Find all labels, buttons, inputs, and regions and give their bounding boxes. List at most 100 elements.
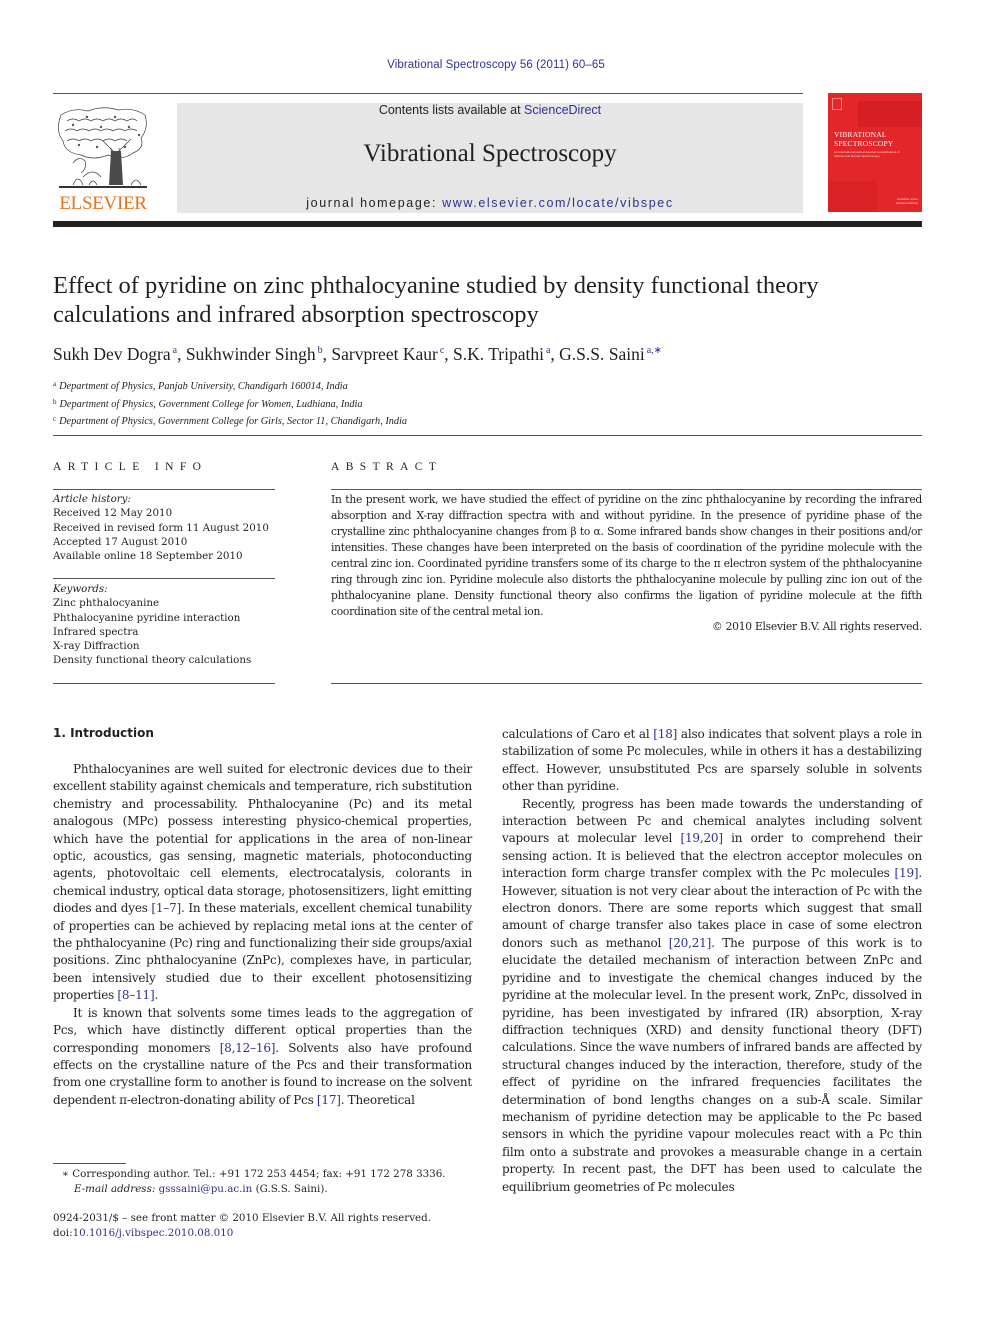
cover-title: VIBRATIONAL SPECTROSCOPY (834, 130, 920, 148)
text-run: . (154, 988, 159, 1003)
cover-footer: Available online at ScienceDirect (896, 197, 918, 205)
contents-availability-line: Contents lists available at ScienceDirec… (177, 103, 803, 117)
citation-link[interactable]: [19] (895, 866, 919, 880)
top-rule (53, 93, 803, 94)
author-name: Sukhwinder Singh (185, 344, 316, 364)
author-name: G.S.S. Saini (559, 344, 645, 364)
history-item: Accepted 17 August 2010 (53, 535, 188, 548)
abstract-text: In the present work, we have studied the… (331, 493, 922, 618)
divider (331, 489, 922, 490)
cover-subtitle: An international journal devoted to appl… (834, 150, 900, 158)
author-name: S.K. Tripathi (453, 344, 544, 364)
citation-link[interactable]: [8–11] (117, 988, 154, 1002)
divider (53, 578, 275, 579)
citation-link[interactable]: [17] (317, 1093, 341, 1107)
citation-link[interactable]: [19,20] (680, 831, 723, 845)
issn-line: 0924-2031/$ – see front matter © 2010 El… (53, 1212, 431, 1224)
paragraph: calculations of Caro et al [18] also ind… (502, 726, 922, 796)
cover-band (858, 101, 922, 127)
affiliation-text: Department of Physics, Panjab University… (59, 381, 348, 392)
text-run: . In these materials, excellent chemical… (53, 901, 472, 1003)
affiliation-text: Department of Physics, Government Colleg… (59, 398, 363, 410)
affiliation-marker[interactable]: b (318, 345, 323, 356)
front-matter: 0924-2031/$ – see front matter © 2010 El… (53, 1211, 493, 1242)
author: S.K. Tripathi a (453, 344, 550, 364)
section-heading-introduction: 1. Introduction (53, 726, 154, 740)
doi-line: doi:10.1016/j.vibspec.2010.08.010 (53, 1226, 493, 1241)
keyword: Density functional theory calculations (53, 654, 252, 667)
elsevier-emblem-icon (832, 98, 842, 110)
divider (331, 683, 922, 684)
article-title: Effect of pyridine on zinc phthalocyanin… (53, 272, 819, 328)
body-column-right: calculations of Caro et al [18] also ind… (502, 726, 922, 1196)
keyword: X-ray Diffraction (53, 640, 140, 653)
elsevier-wordmark: ELSEVIER (59, 193, 147, 214)
sciencedirect-link[interactable]: ScienceDirect (524, 103, 601, 117)
tree-icon (58, 107, 147, 188)
doi-link[interactable]: 10.1016/j.vibspec.2010.08.010 (73, 1227, 234, 1239)
author-name: Sarvpreet Kaur (331, 344, 438, 364)
affiliation: b Department of Physics, Government Colle… (53, 395, 933, 413)
doi-prefix: doi: (53, 1227, 73, 1240)
citation-link[interactable]: [20,21] (669, 936, 712, 950)
abstract-copyright: © 2010 Elsevier B.V. All rights reserved… (712, 620, 922, 633)
affiliation-marker[interactable]: c (440, 345, 444, 356)
journal-citation-link[interactable]: Vibrational Spectroscopy 56 (2011) 60–65 (0, 59, 992, 71)
author-name: Sukh Dev Dogra (53, 344, 171, 364)
paragraph: Phthalocyanines are well suited for elec… (53, 761, 472, 1005)
affiliation-text: Department of Physics, Government Colleg… (59, 416, 408, 428)
text-run: . Theoretical (340, 1092, 415, 1107)
footnote-rule (53, 1163, 126, 1164)
keyword: Phthalocyanine pyridine interaction (53, 611, 241, 624)
journal-homepage-link[interactable]: www.elsevier.com/locate/vibspec (442, 196, 674, 210)
author-list: Sukh Dev Dogra a, Sukhwinder Singh b, Sarv… (53, 344, 663, 364)
keyword: Infrared spectra (53, 625, 139, 638)
contents-prefix: Contents lists available at (378, 103, 525, 117)
affiliation: c Department of Physics, Government Colle… (53, 412, 933, 430)
citation-link[interactable]: [18] (653, 727, 677, 741)
affiliation-marker[interactable]: a (173, 345, 177, 356)
citation-link[interactable]: [1–7] (151, 901, 181, 915)
keyword: Zinc phthalocyanine (53, 597, 160, 610)
paragraph: It is known that solvents some times lea… (53, 1005, 472, 1109)
text-run: . The purpose of this work is to elucida… (502, 935, 922, 1194)
keywords-label: Keywords: (53, 583, 108, 595)
author: G.S.S. Saini a,∗ (559, 344, 662, 364)
affiliation-key: a (53, 380, 57, 388)
affiliation-marker[interactable]: a (546, 345, 550, 356)
abstract-heading: ABSTRACT (331, 461, 443, 473)
affiliation-divider (53, 435, 922, 436)
citation-link[interactable]: [8,12–16] (220, 1041, 276, 1055)
footnote-text: Corresponding author. Tel.: +91 172 253 … (69, 1168, 446, 1180)
affiliation-key: b (53, 397, 57, 406)
footnote-line: E-mail address: gsssaini@pu.ac.in (G.S.S… (62, 1182, 482, 1197)
article-history: Article history: Received 12 May 2010 Re… (53, 492, 283, 563)
article-info-heading: ARTICLE INFO (53, 461, 208, 473)
text-run: Phthalocyanines are well suited for elec… (53, 762, 472, 916)
corresponding-author-footnote: ∗ Corresponding author. Tel.: +91 172 25… (62, 1167, 482, 1198)
history-item: Available online 18 September 2010 (53, 550, 243, 563)
author: Sukh Dev Dogra a (53, 344, 177, 364)
keywords: Keywords: Zinc phthalocyanine Phthalocya… (53, 582, 283, 668)
journal-cover-image: VIBRATIONAL SPECTROSCOPY An internationa… (828, 93, 922, 212)
email-label: E-mail address: (74, 1183, 159, 1196)
text-run: calculations of Caro et al (502, 727, 654, 741)
divider (53, 683, 275, 684)
affiliation: a Department of Physics, Panjab Universit… (53, 377, 933, 395)
journal-homepage-line: journal homepage: www.elsevier.com/locat… (177, 196, 803, 210)
author: Sarvpreet Kaur c (331, 344, 444, 364)
paragraph: Recently, progress has been made towards… (502, 796, 922, 1196)
footnote-marker: ∗ (62, 1168, 69, 1180)
header-divider (53, 221, 922, 227)
author: Sukhwinder Singh b (186, 344, 323, 364)
journal-name: Vibrational Spectroscopy (363, 140, 617, 167)
cover-band (828, 181, 878, 212)
history-item: Received in revised form 11 August 2010 (53, 521, 269, 534)
footnote-text: (G.S.S. Saini). (252, 1183, 328, 1196)
history-item: Received 12 May 2010 (53, 507, 173, 520)
divider (53, 489, 275, 490)
affiliation-marker[interactable]: a,∗ (647, 345, 662, 356)
email-link[interactable]: gsssaini@pu.ac.in (159, 1183, 253, 1195)
affiliation-key: c (53, 415, 57, 424)
body-column-left: Phthalocyanines are well suited for elec… (53, 761, 472, 1109)
